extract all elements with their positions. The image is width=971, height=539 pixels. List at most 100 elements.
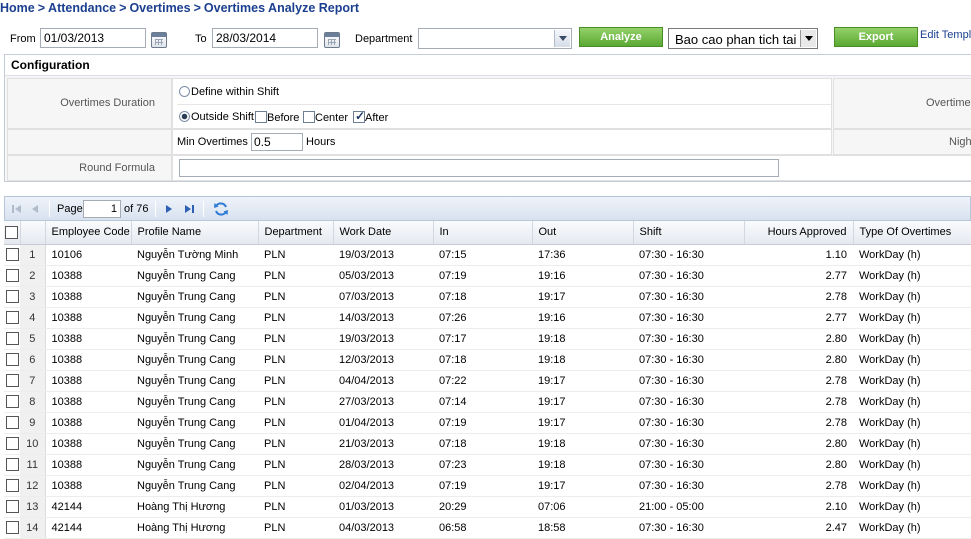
breadcrumb-attendance[interactable]: Attendance [48, 1, 116, 15]
row-select-cell[interactable] [4, 265, 20, 287]
after-option[interactable]: After [353, 109, 388, 124]
row-checkbox[interactable] [5, 458, 19, 471]
outside-shift-option[interactable]: Outside Shift [179, 111, 254, 123]
row-checkbox[interactable] [5, 269, 19, 282]
column-header[interactable]: Profile Name [131, 221, 259, 245]
to-date-input[interactable]: 28/03/2014 [212, 28, 318, 48]
breadcrumb-home[interactable]: Home [0, 1, 35, 15]
center-checkbox[interactable] [303, 111, 315, 123]
from-date-input[interactable]: 01/03/2013 [40, 28, 146, 48]
table-row[interactable]: 12 10388 Nguyễn Trung Cang PLN 02/04/2013 07:… [4, 475, 971, 497]
row-checkbox[interactable] [5, 374, 19, 387]
department-cell: PLN [258, 265, 333, 287]
employee-code-cell: 10388 [45, 286, 131, 308]
calendar-icon[interactable] [324, 32, 340, 48]
center-option[interactable]: Center [303, 111, 348, 124]
define-within-shift-option[interactable]: Define within Shift [179, 86, 279, 98]
out-time-cell: 19:17 [532, 475, 633, 497]
analyze-button[interactable]: Analyze [579, 27, 663, 47]
page-number-input[interactable]: 1 [83, 200, 121, 218]
row-select-cell[interactable] [4, 244, 20, 266]
table-row[interactable]: 9 10388 Nguyễn Trung Cang PLN 01/04/2013 07:1… [4, 412, 971, 434]
work-date-cell: 01/04/2013 [333, 412, 433, 434]
first-page-icon[interactable] [11, 203, 23, 215]
calendar-icon[interactable] [151, 32, 167, 48]
export-button[interactable]: Export [834, 27, 918, 47]
row-number-cell: 14 [20, 517, 46, 539]
row-select-cell[interactable] [4, 496, 20, 518]
row-select-cell[interactable] [4, 454, 20, 476]
round-formula-input[interactable] [179, 159, 779, 177]
toolbar-separator [49, 201, 50, 217]
table-row[interactable]: 7 10388 Nguyễn Trung Cang PLN 04/04/2013 07:2… [4, 370, 971, 392]
table-row[interactable]: 3 10388 Nguyễn Trung Cang PLN 07/03/2013 07:1… [4, 286, 971, 308]
table-row[interactable]: 1 10106 Nguyễn Tường Minh PLN 19/03/2013 07:1… [4, 244, 971, 266]
employee-code-cell: 42144 [45, 517, 131, 539]
row-checkbox[interactable] [5, 521, 19, 534]
previous-page-icon[interactable] [29, 203, 41, 215]
row-checkbox[interactable] [5, 311, 19, 324]
in-time-cell: 07:14 [433, 391, 532, 413]
profile-name-cell: Nguyễn Tường Minh [131, 244, 258, 266]
row-select-cell[interactable] [4, 412, 20, 434]
row-select-cell[interactable] [4, 307, 20, 329]
row-number-cell: 13 [20, 496, 46, 518]
table-row[interactable]: 11 10388 Nguyễn Trung Cang PLN 28/03/2013 07:… [4, 454, 971, 476]
radio-button[interactable] [179, 86, 190, 97]
row-checkbox[interactable] [5, 332, 19, 345]
after-checkbox[interactable] [353, 109, 365, 123]
profile-name-cell: Nguyễn Trung Cang [131, 265, 258, 287]
row-checkbox[interactable] [5, 437, 19, 450]
type-of-overtimes-cell: WorkDay (h) [853, 517, 971, 539]
column-header[interactable]: Employee Code [45, 221, 132, 245]
table-row[interactable]: 5 10388 Nguyễn Trung Cang PLN 19/03/2013 07:1… [4, 328, 971, 350]
department-select[interactable] [418, 28, 572, 49]
table-row[interactable]: 8 10388 Nguyễn Trung Cang PLN 27/03/2013 07:1… [4, 391, 971, 413]
employee-code-cell: 10388 [45, 265, 131, 287]
select-all-checkbox[interactable] [5, 225, 19, 239]
out-time-cell: 18:58 [532, 517, 633, 539]
column-header[interactable]: Out [532, 221, 634, 245]
min-overtimes-input[interactable]: 0.5 [250, 133, 303, 151]
row-checkbox[interactable] [5, 479, 19, 492]
column-header[interactable]: Shift [633, 221, 745, 245]
table-row[interactable]: 13 42144 Hoàng Thị Hương PLN 01/03/2013 20:29… [4, 496, 971, 518]
column-header[interactable]: In [433, 221, 533, 245]
refresh-icon[interactable] [213, 201, 229, 217]
row-checkbox[interactable] [5, 395, 19, 408]
before-checkbox[interactable] [255, 111, 267, 123]
edit-template-link[interactable]: Edit Templ [920, 29, 971, 41]
row-select-cell[interactable] [4, 286, 20, 308]
row-select-cell[interactable] [4, 475, 20, 497]
table-row[interactable]: 2 10388 Nguyễn Trung Cang PLN 05/03/2013 07:1… [4, 265, 971, 287]
row-select-cell[interactable] [4, 433, 20, 455]
row-checkbox[interactable] [5, 353, 19, 366]
row-checkbox[interactable] [5, 248, 19, 261]
column-header[interactable]: Hours Approved [744, 221, 854, 245]
shift-cell: 07:30 - 16:30 [633, 475, 744, 497]
before-option[interactable]: Before [255, 111, 299, 124]
radio-button-selected[interactable] [179, 111, 190, 122]
report-template-select[interactable]: Bao cao phan tich tai [668, 28, 818, 49]
type-of-overtimes-cell: WorkDay (h) [853, 433, 971, 455]
table-row[interactable]: 10 10388 Nguyễn Trung Cang PLN 21/03/2013 07:… [4, 433, 971, 455]
breadcrumb-overtimes[interactable]: Overtimes [129, 1, 190, 15]
table-row[interactable]: 14 42144 Hoàng Thị Hương PLN 04/03/2013 06:58… [4, 517, 971, 539]
column-header[interactable]: Work Date [333, 221, 434, 245]
row-select-cell[interactable] [4, 370, 20, 392]
next-page-icon[interactable] [163, 203, 175, 215]
row-checkbox[interactable] [5, 500, 19, 513]
table-row[interactable]: 4 10388 Nguyễn Trung Cang PLN 14/03/2013 07:2… [4, 307, 971, 329]
department-cell: PLN [258, 475, 333, 497]
last-page-icon[interactable] [183, 203, 195, 215]
row-select-cell[interactable] [4, 328, 20, 350]
row-select-cell[interactable] [4, 391, 20, 413]
column-header[interactable]: Type Of Overtimes [853, 221, 971, 245]
select-all-header[interactable] [4, 221, 21, 245]
row-checkbox[interactable] [5, 416, 19, 429]
row-select-cell[interactable] [4, 349, 20, 371]
row-select-cell[interactable] [4, 517, 20, 539]
column-header[interactable]: Department [258, 221, 334, 245]
table-row[interactable]: 6 10388 Nguyễn Trung Cang PLN 12/03/2013 07:1… [4, 349, 971, 371]
row-checkbox[interactable] [5, 290, 19, 303]
